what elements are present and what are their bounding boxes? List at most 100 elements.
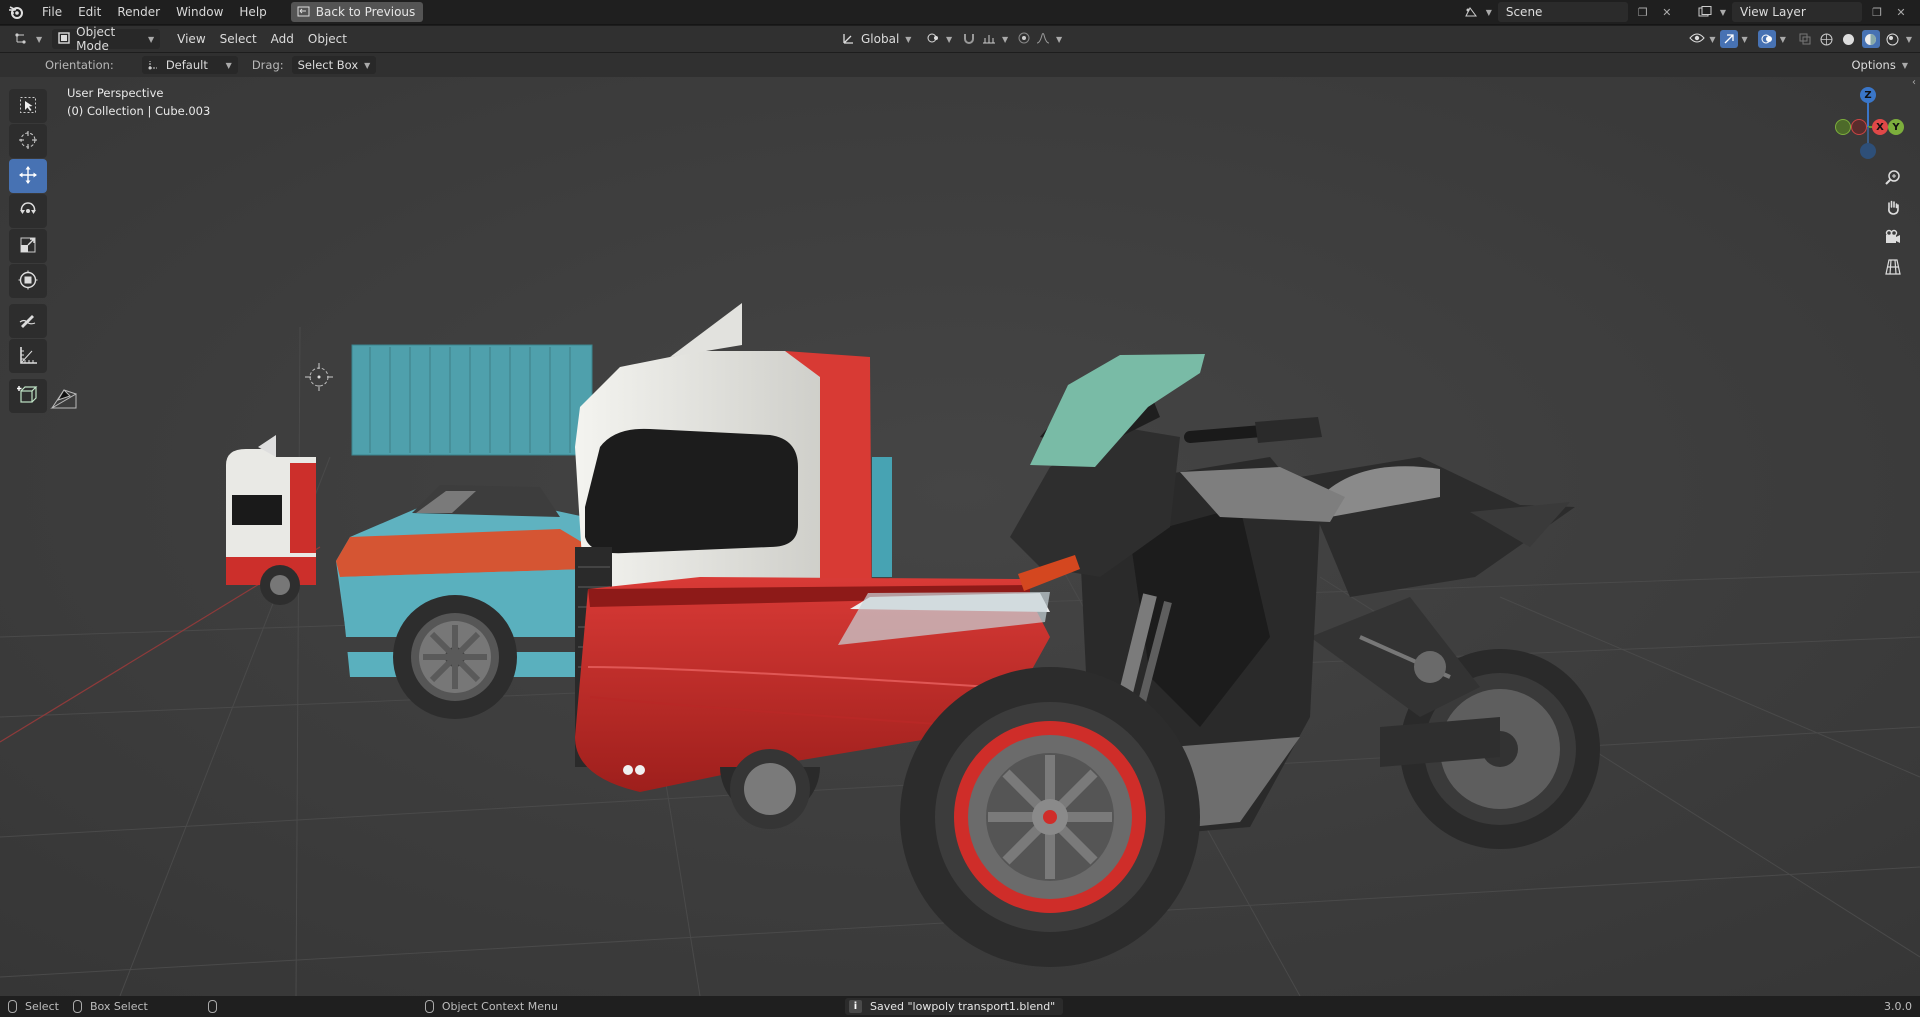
- saved-message-text: Saved "lowpoly transport1.blend": [870, 1000, 1056, 1013]
- shading-rendered-icon[interactable]: [1884, 30, 1902, 48]
- add-cube-tool[interactable]: [9, 379, 47, 413]
- navigation-gizmo[interactable]: Z X Y: [1800, 77, 1920, 277]
- shading-wireframe-icon[interactable]: [1818, 30, 1836, 48]
- snap-caret-icon: ▼: [1002, 34, 1009, 44]
- camera-view-icon[interactable]: [1880, 224, 1906, 250]
- delete-view-layer-icon[interactable]: ✕: [1892, 3, 1910, 21]
- scene-dropdown-caret-icon[interactable]: ▼: [1486, 8, 1492, 17]
- scene-name-field[interactable]: Scene: [1497, 2, 1628, 22]
- options-dropdown[interactable]: Options ▼: [1845, 55, 1914, 75]
- 3d-viewport[interactable]: User Perspective (0) Collection | Cube.0…: [0, 77, 1920, 996]
- object-mode-caret-icon: ▼: [148, 34, 155, 44]
- perspective-toggle-icon[interactable]: [1880, 254, 1906, 280]
- drag-dropdown[interactable]: Select Box ▼: [291, 56, 377, 74]
- version-label: 3.0.0: [1884, 1000, 1912, 1013]
- gizmo-x-label: X: [1876, 121, 1884, 133]
- shading-caret-icon[interactable]: ▼: [1906, 35, 1912, 44]
- gizmo-z-axis[interactable]: Z: [1860, 87, 1876, 103]
- scale-tool[interactable]: [9, 229, 47, 263]
- select-box-tool[interactable]: [9, 89, 47, 123]
- viewport-header: ▼ Object Mode ▼ View Select Add Object G…: [0, 25, 1920, 53]
- snap-dropdown[interactable]: ▼: [956, 29, 1014, 49]
- blender-logo-icon[interactable]: [8, 4, 24, 20]
- snap-increment-icon: [982, 32, 996, 46]
- measure-ruler-icon: [18, 345, 38, 368]
- scene-render: [0, 77, 1920, 996]
- menu-render[interactable]: Render: [109, 2, 168, 22]
- object-mode-icon: [58, 32, 70, 46]
- transform-orientation-dropdown[interactable]: Global ▼: [836, 29, 914, 49]
- move-icon: [18, 165, 38, 188]
- mouse-right-icon: [424, 1000, 434, 1013]
- gizmo-caret-icon[interactable]: ▼: [1742, 35, 1748, 44]
- view-layer-name: View Layer: [1740, 5, 1806, 19]
- camera-frustum-icon[interactable]: [48, 384, 82, 415]
- measure-tool[interactable]: [9, 339, 47, 373]
- drag-value: Select Box: [297, 58, 359, 72]
- transform-orientation-caret-icon: ▼: [905, 34, 912, 44]
- menu-file[interactable]: File: [34, 2, 70, 22]
- menu-edit[interactable]: Edit: [70, 2, 109, 22]
- proportional-editing-dropdown[interactable]: ▼: [1012, 29, 1068, 49]
- gizmo-y-axis[interactable]: Y: [1888, 119, 1904, 135]
- sidebar-toggle-icon[interactable]: ‹: [1912, 77, 1916, 88]
- gizmo-toggle-icon[interactable]: [1719, 30, 1738, 48]
- shading-material-preview-icon[interactable]: [1861, 30, 1880, 48]
- move-tool[interactable]: [9, 159, 47, 193]
- proportional-edit-icon: [1018, 32, 1030, 46]
- mouse-middle-icon: [207, 1000, 217, 1013]
- gizmo-neg-z-axis[interactable]: [1860, 143, 1876, 159]
- view-layer-dropdown-caret-icon[interactable]: ▼: [1720, 8, 1726, 17]
- annotate-tool[interactable]: [9, 304, 47, 338]
- saved-report-message[interactable]: i Saved "lowpoly transport1.blend": [845, 998, 1064, 1015]
- menu-view[interactable]: View: [170, 32, 212, 46]
- zoom-view-icon[interactable]: [1880, 164, 1906, 190]
- magnet-icon: [962, 31, 976, 47]
- pivot-icon: [926, 31, 940, 47]
- delete-scene-icon[interactable]: ✕: [1658, 3, 1676, 21]
- shading-solid-icon[interactable]: [1840, 30, 1858, 48]
- mouse-left-icon: [8, 1000, 17, 1013]
- gizmo-x-axis[interactable]: X: [1872, 119, 1888, 135]
- editor-type-selector[interactable]: ▼: [8, 29, 48, 49]
- gizmo-y-label: Y: [1892, 121, 1900, 133]
- menu-add[interactable]: Add: [264, 32, 301, 46]
- gizmo-neg-y-axis[interactable]: [1835, 119, 1851, 135]
- overlays-caret-icon[interactable]: ▼: [1780, 35, 1786, 44]
- status-select-label: Select: [25, 1000, 59, 1013]
- visibility-caret-icon[interactable]: ▼: [1709, 35, 1715, 44]
- view-layer-name-field[interactable]: View Layer: [1732, 2, 1862, 22]
- orientation-dropdown[interactable]: Default ▼: [141, 56, 238, 74]
- new-view-layer-icon[interactable]: ❐: [1868, 3, 1886, 21]
- falloff-curve-icon: [1036, 32, 1050, 46]
- rotate-tool[interactable]: [9, 194, 47, 228]
- menu-object[interactable]: Object: [301, 32, 354, 46]
- pivot-point-dropdown[interactable]: ▼: [920, 29, 958, 49]
- pan-hand-icon[interactable]: [1880, 194, 1906, 220]
- view-layer-selector-icon[interactable]: [1696, 3, 1714, 21]
- drag-label: Drag:: [251, 58, 284, 72]
- collection-info-label: (0) Collection | Cube.003: [67, 104, 211, 118]
- menu-select[interactable]: Select: [213, 32, 264, 46]
- options-caret-icon: ▼: [1901, 60, 1908, 70]
- tool-settings-bar: Orientation: Default ▼ Drag: Select Box …: [0, 53, 1920, 77]
- status-context-menu-label: Object Context Menu: [441, 1000, 558, 1013]
- object-mode-dropdown[interactable]: Object Mode ▼: [52, 25, 161, 53]
- menu-help[interactable]: Help: [231, 2, 274, 22]
- scale-icon: [18, 235, 38, 258]
- info-icon: i: [849, 1000, 862, 1013]
- object-visibility-icon[interactable]: [1689, 32, 1706, 46]
- transform-tool[interactable]: [9, 264, 47, 298]
- xray-toggle-icon[interactable]: [1796, 30, 1814, 48]
- cursor-tool[interactable]: [9, 124, 47, 158]
- menu-window[interactable]: Window: [168, 2, 231, 22]
- scene-name: Scene: [1505, 5, 1543, 19]
- new-scene-icon[interactable]: ❐: [1634, 3, 1652, 21]
- transform-orientation-label: Global: [861, 32, 900, 46]
- scene-selector-icon[interactable]: [1462, 3, 1480, 21]
- orientation-value: Default: [165, 58, 208, 72]
- overlays-toggle-icon[interactable]: [1757, 30, 1776, 48]
- gizmo-neg-x-axis[interactable]: [1851, 119, 1867, 135]
- back-to-previous-button[interactable]: Back to Previous: [290, 2, 424, 22]
- toolbar: [9, 89, 47, 414]
